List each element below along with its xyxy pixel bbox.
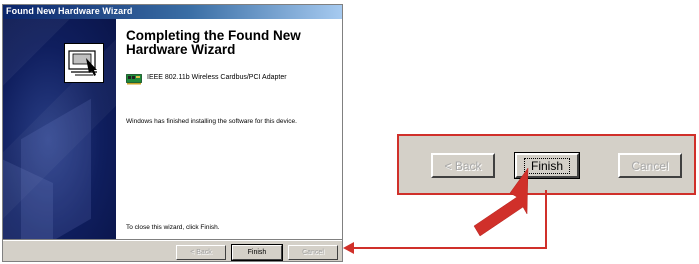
button-separator bbox=[3, 239, 342, 241]
wizard-heading: Completing the Found New Hardware Wizard bbox=[126, 28, 301, 57]
connector-line bbox=[352, 190, 547, 249]
zoom-callout: < Back Finish Cancel bbox=[397, 134, 696, 195]
wizard-window: Found New Hardware Wizard Completing the… bbox=[2, 4, 343, 262]
wizard-content: Completing the Found New Hardware Wizard… bbox=[116, 19, 342, 239]
network-card-icon bbox=[126, 74, 142, 85]
close-instructions: To close this wizard, click Finish. bbox=[126, 224, 220, 231]
window-title: Found New Hardware Wizard bbox=[6, 6, 133, 16]
callout-finish-label: Finish bbox=[523, 157, 570, 174]
finish-button[interactable]: Finish bbox=[231, 244, 283, 261]
finished-message: Windows has finished installing the soft… bbox=[126, 118, 297, 125]
wizard-side-panel bbox=[3, 19, 116, 239]
device-name: IEEE 802.11b Wireless Cardbus/PCI Adapte… bbox=[147, 74, 287, 81]
back-button[interactable]: < Back bbox=[176, 245, 226, 260]
cancel-button[interactable]: Cancel bbox=[288, 245, 338, 260]
callout-cancel-button: Cancel bbox=[618, 153, 682, 178]
title-bar: Found New Hardware Wizard bbox=[3, 5, 342, 19]
wizard-image-icon bbox=[64, 43, 104, 83]
connector-arrow-icon bbox=[343, 242, 354, 254]
callout-finish-button: Finish bbox=[514, 152, 580, 179]
callout-back-button: < Back bbox=[431, 153, 495, 178]
